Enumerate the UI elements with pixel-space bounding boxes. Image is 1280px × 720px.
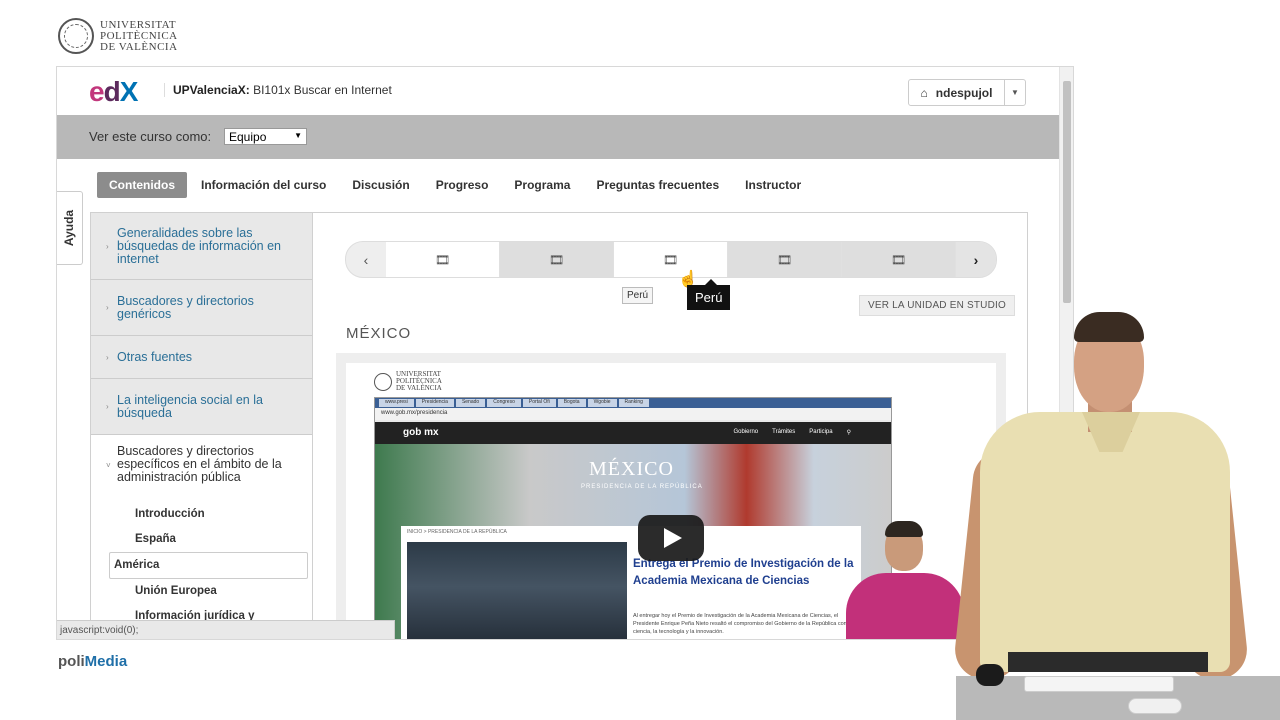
play-button-icon[interactable] xyxy=(638,515,704,561)
chevron-down-icon: ˅ xyxy=(106,461,111,470)
tab-informacion[interactable]: Información del curso xyxy=(189,172,338,198)
user-dashboard-button[interactable]: ⌂ ndespujol xyxy=(909,80,1005,105)
username: ndespujol xyxy=(935,85,993,100)
film-icon: 🎞 xyxy=(662,252,679,267)
upv-line2: POLITÈCNICA xyxy=(100,29,178,42)
sequence-item-video[interactable]: 🎞 xyxy=(614,242,728,277)
upv-seal-icon xyxy=(58,18,94,54)
scrollbar-thumb[interactable] xyxy=(1063,81,1071,303)
search-icon: ⚲ xyxy=(846,430,851,436)
tab-instructor[interactable]: Instructor xyxy=(733,172,813,198)
video-player[interactable]: UNIVERSITAT POLITÈCNICA DE VALÈNCIA www.pr… xyxy=(336,353,1006,639)
section-item[interactable]: España xyxy=(113,527,292,552)
polimedia-logo: poliMedia xyxy=(58,653,128,670)
section-item[interactable]: Unión Europea xyxy=(113,579,292,604)
chapter-title: Buscadores y directorios específicos en … xyxy=(117,444,282,484)
home-icon: ⌂ xyxy=(920,85,928,100)
tooltip: Perú xyxy=(687,279,731,310)
chevron-right-icon: › xyxy=(106,241,109,251)
film-icon: 🎞 xyxy=(548,252,565,267)
gob-navbar: gob mx Gobierno Trámites Participa ⚲ xyxy=(375,422,891,444)
select-arrow-icon: ▼ xyxy=(294,131,302,140)
status-bar: javascript:void(0); xyxy=(57,620,395,639)
tab-faq[interactable]: Preguntas frecuentes xyxy=(584,172,731,198)
video-frame[interactable]: UNIVERSITAT POLITÈCNICA DE VALÈNCIA www.pr… xyxy=(346,363,996,639)
chapter-item[interactable]: › Otras fuentes xyxy=(91,336,312,379)
chevron-right-icon: › xyxy=(106,402,109,411)
upv-line1: UNIVERSITAT xyxy=(100,18,177,31)
mouse xyxy=(976,664,1004,686)
unit-area: ‹ 🎞 🎞 🎞 🎞 🎞 › ☝ Perú Perú VER LA UNIDAD … xyxy=(314,213,1027,639)
section-item-active[interactable]: América xyxy=(109,552,308,579)
tab-discusion[interactable]: Discusión xyxy=(340,172,421,198)
sequence-item-video[interactable]: 🎞 xyxy=(386,242,500,277)
keyboard xyxy=(1024,676,1174,692)
video-browser-capture: www.presi Presidencia Senado Congreso Portal… xyxy=(374,397,892,639)
video-upv-logo: UNIVERSITAT POLITÈCNICA DE VALÈNCIA xyxy=(374,371,442,392)
view-as-label: Ver este curso como: xyxy=(89,129,212,144)
sequence-prev-button[interactable]: ‹ xyxy=(346,242,386,277)
sequence-next-button[interactable]: › xyxy=(956,242,996,277)
sequence-item-video[interactable]: 🎞 xyxy=(842,242,956,277)
chapter-item-open[interactable]: ˅ Buscadores y directorios específicos e… xyxy=(91,435,312,639)
chapter-item[interactable]: › Buscadores y directorios genéricos xyxy=(91,280,312,336)
video-browser-tabs: www.presi Presidencia Senado Congreso Portal… xyxy=(375,398,891,408)
user-dropdown-icon[interactable]: ▼ xyxy=(1005,80,1025,105)
chevron-right-icon: › xyxy=(106,303,109,312)
upv-name: UNIVERSITAT POLITÈCNICA DE VALÈNCIA xyxy=(100,18,178,53)
unit-title: MÉXICO xyxy=(346,325,412,342)
edx-header: edX UPValenciaX: BI101x Buscar en Intern… xyxy=(57,67,1061,115)
course-navigation: › Generalidades sobre las búsquedas de in… xyxy=(91,213,313,639)
news-photo xyxy=(407,542,627,639)
view-as-select[interactable]: Equipo ▼ xyxy=(224,128,307,145)
browser-frame: edX UPValenciaX: BI101x Buscar en Intern… xyxy=(56,66,1074,640)
upv-line3: DE VALÈNCIA xyxy=(100,40,178,53)
section-item[interactable]: Introducción xyxy=(113,502,292,527)
help-tab[interactable]: Ayuda xyxy=(57,191,83,265)
film-icon: 🎞 xyxy=(434,252,451,267)
tab-programa[interactable]: Programa xyxy=(502,172,582,198)
sequence-item-video[interactable]: 🎞 xyxy=(500,242,614,277)
film-icon: 🎞 xyxy=(776,252,793,267)
tooltip-small: Perú xyxy=(622,287,654,304)
view-as-bar: Ver este curso como: Equipo ▼ xyxy=(57,115,1061,159)
chapter-item[interactable]: › Generalidades sobre las búsquedas de in… xyxy=(91,213,312,280)
chapter-item[interactable]: › La inteligencia social en la búsqueda xyxy=(91,379,312,435)
gob-hero: MÉXICO PRESIDENCIA DE LA REPÚBLICA INICI… xyxy=(375,444,891,639)
tab-contenidos[interactable]: Contenidos xyxy=(97,172,187,198)
course-tabs: Contenidos Información del curso Discusi… xyxy=(97,172,815,198)
course-title: UPValenciaX: BI101x Buscar en Internet xyxy=(164,83,392,97)
upv-logo: UNIVERSITAT POLITÈCNICA DE VALÈNCIA xyxy=(58,18,178,54)
presenter xyxy=(950,300,1250,720)
tab-progreso[interactable]: Progreso xyxy=(424,172,501,198)
edx-logo[interactable]: edX xyxy=(89,76,138,108)
video-address-bar: www.gob.mx/presidencia xyxy=(375,408,891,420)
user-menu[interactable]: ⌂ ndespujol ▼ xyxy=(908,79,1026,106)
film-icon: 🎞 xyxy=(890,252,907,267)
sequence-nav: ‹ 🎞 🎞 🎞 🎞 🎞 › xyxy=(345,241,997,278)
upv-seal-icon xyxy=(374,372,392,391)
mouse xyxy=(1128,698,1182,714)
news-card: INICIO > PRESIDENCIA DE LA REPÚBLICA Ent… xyxy=(401,526,861,639)
courseware-panel: › Generalidades sobre las búsquedas de in… xyxy=(90,212,1028,639)
sequence-item-video[interactable]: 🎞 xyxy=(728,242,842,277)
presenter-inset xyxy=(842,519,964,639)
chevron-right-icon: › xyxy=(106,352,109,362)
